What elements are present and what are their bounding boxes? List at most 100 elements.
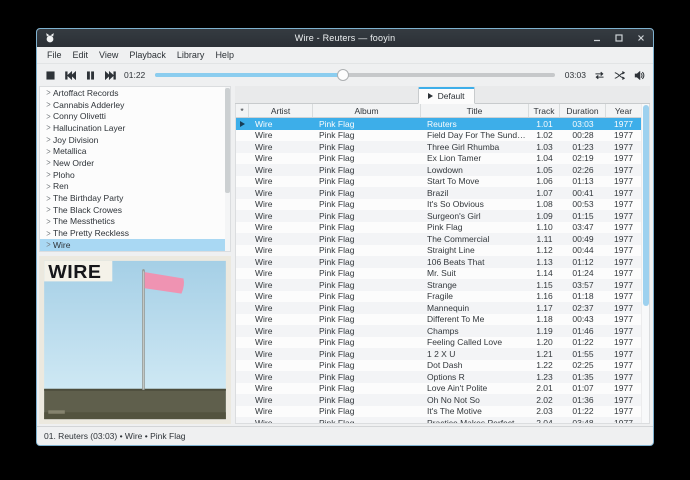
pause-button[interactable] <box>84 69 97 82</box>
playlist-row[interactable]: Wire Pink Flag Feeling Called Love 1.20 … <box>236 337 641 349</box>
library-tree-item-label: The Messthetics <box>53 216 115 226</box>
flagpole <box>142 271 144 390</box>
playlist-row[interactable]: Wire Pink Flag Dot Dash 1.22 02:25 1977 <box>236 360 641 372</box>
library-tree-item[interactable]: > Ren <box>40 181 230 193</box>
chevron-right-icon: > <box>44 228 53 239</box>
cell-track: 1.03 <box>529 142 560 152</box>
repeat-button[interactable] <box>593 69 606 82</box>
playlist-row[interactable]: Wire Pink Flag 106 Beats That 1.13 01:12… <box>236 256 641 268</box>
playlist-row[interactable]: Wire Pink Flag Straight Line 1.12 00:44 … <box>236 245 641 257</box>
playlist-scrollbar-thumb[interactable] <box>643 105 649 306</box>
playlist-row[interactable]: Wire Pink Flag Surgeon's Girl 1.09 01:15… <box>236 210 641 222</box>
column-header-track[interactable]: Track <box>529 104 560 117</box>
playlist-row[interactable]: Wire Pink Flag 1 2 X U 1.21 01:55 1977 <box>236 348 641 360</box>
library-tree-item[interactable]: > Metallica <box>40 145 230 157</box>
playlist-row[interactable]: Wire Pink Flag Love Ain't Polite 2.01 01… <box>236 383 641 395</box>
library-tree-item[interactable]: > The Black Crowes <box>40 204 230 216</box>
elapsed-time: 01:22 <box>124 70 145 80</box>
cell-title: The Commercial <box>421 234 529 244</box>
library-tree-item[interactable]: > The Messthetics <box>40 216 230 228</box>
library-tree-item[interactable]: > Ploho <box>40 169 230 181</box>
library-tree-item[interactable]: > The Birthday Party <box>40 192 230 204</box>
shuffle-button[interactable] <box>613 69 626 82</box>
menu-view[interactable]: View <box>99 50 118 60</box>
cell-duration: 01:15 <box>560 211 606 221</box>
library-tree-item[interactable]: > Conny Olivetti <box>40 110 230 122</box>
cell-track: 1.14 <box>529 268 560 278</box>
cell-year: 1977 <box>606 372 641 382</box>
playlist-row[interactable]: Wire Pink Flag Pink Flag 1.10 03:47 1977 <box>236 222 641 234</box>
cell-duration: 00:43 <box>560 314 606 324</box>
cell-artist: Wire <box>249 211 313 221</box>
library-tree-item[interactable]: > Joy Division <box>40 134 230 146</box>
playlist-row[interactable]: Wire Pink Flag The Commercial 1.11 00:49… <box>236 233 641 245</box>
stop-button[interactable] <box>44 69 57 82</box>
maximize-button[interactable] <box>614 33 624 43</box>
menu-library[interactable]: Library <box>177 50 205 60</box>
library-tree-item[interactable]: > The Pretty Reckless <box>40 227 230 239</box>
cell-duration: 03:57 <box>560 280 606 290</box>
column-header-artist[interactable]: Artist <box>249 104 313 117</box>
playlist-row[interactable]: Wire Pink Flag It's The Motive 2.03 01:2… <box>236 406 641 418</box>
cell-artist: Wire <box>249 418 313 424</box>
playlist-row[interactable]: Wire Pink Flag Three Girl Rhumba 1.03 01… <box>236 141 641 153</box>
menu-edit[interactable]: Edit <box>73 50 89 60</box>
library-tree-item[interactable]: > Cannabis Adderley <box>40 99 230 111</box>
library-tree-item[interactable]: > Wire <box>40 239 230 251</box>
column-header-year[interactable]: Year <box>606 104 641 117</box>
volume-button[interactable] <box>633 69 646 82</box>
library-tree-item[interactable]: > New Order <box>40 157 230 169</box>
menu-file[interactable]: File <box>47 50 62 60</box>
playlist-row[interactable]: Wire Pink Flag Different To Me 1.18 00:4… <box>236 314 641 326</box>
library-tree-item[interactable]: > Artoffact Records <box>40 87 230 99</box>
library-tree-item[interactable]: > Hallucination Layer <box>40 122 230 134</box>
previous-button[interactable] <box>64 69 77 82</box>
cell-artist: Wire <box>249 142 313 152</box>
cell-duration: 02:19 <box>560 153 606 163</box>
playlist-row[interactable]: Wire Pink Flag Field Day For The Sundays… <box>236 130 641 142</box>
playlist-row[interactable]: Wire Pink Flag Reuters 1.01 03:03 1977 <box>236 118 641 130</box>
cell-album: Pink Flag <box>313 314 421 324</box>
seek-handle[interactable] <box>337 69 349 81</box>
left-panel: > Artoffact Records > Cannabis Adderley … <box>39 86 231 424</box>
column-header-indicator[interactable]: * <box>236 104 249 117</box>
column-header-title[interactable]: Title <box>421 104 529 117</box>
seek-slider[interactable] <box>155 68 554 82</box>
playlist-row[interactable]: Wire Pink Flag Lowdown 1.05 02:26 1977 <box>236 164 641 176</box>
playlist-scrollbar[interactable] <box>641 104 649 423</box>
playlist-row[interactable]: Wire Pink Flag Mannequin 1.17 02:37 1977 <box>236 302 641 314</box>
playlist-row[interactable]: Wire Pink Flag Champs 1.19 01:46 1977 <box>236 325 641 337</box>
playlist-row[interactable]: Wire Pink Flag Mr. Suit 1.14 01:24 1977 <box>236 268 641 280</box>
next-button[interactable] <box>104 69 117 82</box>
minimize-button[interactable] <box>592 33 602 43</box>
cell-album: Pink Flag <box>313 130 421 140</box>
playlist-row[interactable]: Wire Pink Flag Strange 1.15 03:57 1977 <box>236 279 641 291</box>
playlist-row[interactable]: Wire Pink Flag Start To Move 1.06 01:13 … <box>236 176 641 188</box>
playlist-row[interactable]: Wire Pink Flag Oh No Not So 2.02 01:36 1… <box>236 394 641 406</box>
playlist-row[interactable]: Wire Pink Flag Practice Makes Perfect 2.… <box>236 417 641 424</box>
playlist-row[interactable]: Wire Pink Flag It's So Obvious 1.08 00:5… <box>236 199 641 211</box>
column-header-duration[interactable]: Duration <box>560 104 606 117</box>
playlist-row[interactable]: Wire Pink Flag Options R 1.23 01:35 1977 <box>236 371 641 383</box>
playlist-table: *ArtistAlbumTitleTrackDurationYear Wire … <box>235 104 650 424</box>
cell-artist: Wire <box>249 280 313 290</box>
playlist-row[interactable]: Wire Pink Flag Fragile 1.16 01:18 1977 <box>236 291 641 303</box>
playlist-row[interactable]: Wire Pink Flag Brazil 1.07 00:41 1977 <box>236 187 641 199</box>
cell-title: Three Girl Rhumba <box>421 142 529 152</box>
cell-duration: 01:55 <box>560 349 606 359</box>
tab-play-icon <box>428 93 433 99</box>
tab-default[interactable]: Default <box>418 87 475 104</box>
cell-duration: 01:18 <box>560 291 606 301</box>
menu-playback[interactable]: Playback <box>129 50 166 60</box>
cell-track: 1.17 <box>529 303 560 313</box>
cell-album: Pink Flag <box>313 372 421 382</box>
chevron-right-icon: > <box>44 239 53 250</box>
menu-help[interactable]: Help <box>215 50 234 60</box>
tree-scrollbar-thumb[interactable] <box>225 88 230 193</box>
tree-scrollbar[interactable] <box>225 87 230 251</box>
close-button[interactable] <box>636 33 646 43</box>
playlist-row[interactable]: Wire Pink Flag Ex Lion Tamer 1.04 02:19 … <box>236 153 641 165</box>
column-header-album[interactable]: Album <box>313 104 421 117</box>
cell-album: Pink Flag <box>313 337 421 347</box>
library-tree-item-label: Wire <box>53 240 70 250</box>
